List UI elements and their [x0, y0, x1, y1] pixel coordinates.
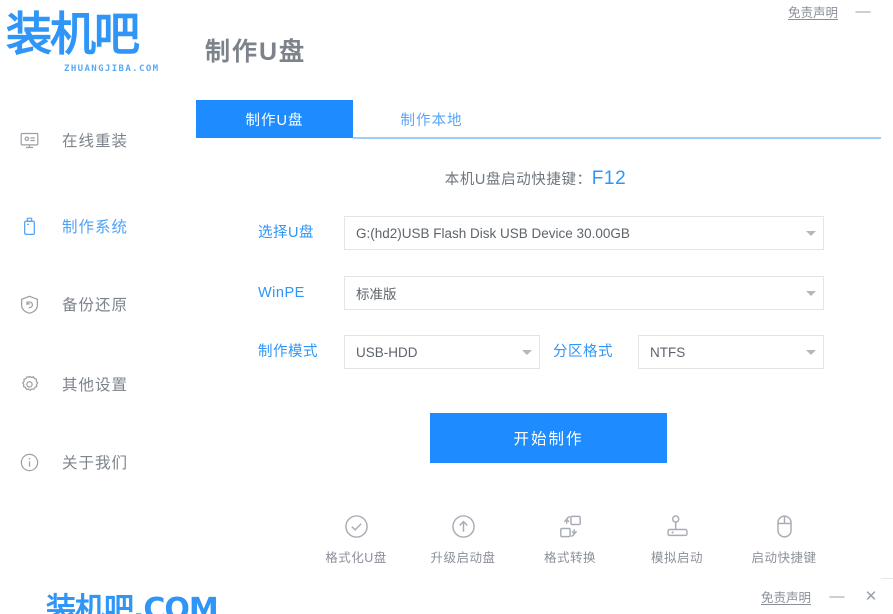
- partition-select-value: NTFS: [650, 344, 686, 360]
- mode-select-value: USB-HDD: [356, 344, 418, 360]
- sidebar-item-label: 其他设置: [62, 377, 129, 394]
- mode-select[interactable]: USB-HDD: [344, 335, 540, 369]
- chevron-down-icon: [515, 349, 539, 355]
- tool-boot-hotkey[interactable]: 启动快捷键: [738, 512, 830, 566]
- winpe-select-value: 标准版: [356, 287, 397, 302]
- tool-label: 启动快捷键: [751, 551, 817, 565]
- tab-make-local[interactable]: 制作本地: [353, 100, 510, 138]
- screen: 装机吧.COM 免责声明 — ✕ 免责声明 — 装机吧 ZHUANGJIBA.C…: [0, 0, 893, 614]
- boot-hotkey-text: 本机U盘启动快捷键：F12: [190, 168, 881, 190]
- tool-format-convert[interactable]: 格式转换: [524, 512, 616, 566]
- field-row-mode-partition: 制作模式 USB-HDD 分区格式 NTFS: [190, 335, 881, 369]
- usb-drive-icon: [18, 215, 40, 237]
- tool-label: 格式化U盘: [325, 551, 387, 565]
- chevron-down-icon: [799, 290, 823, 296]
- partition-select[interactable]: NTFS: [638, 335, 824, 369]
- chevron-down-icon: [799, 230, 823, 236]
- joystick-icon: [663, 512, 691, 540]
- mode-select-label: 制作模式: [258, 344, 318, 360]
- tool-label: 升级启动盘: [430, 551, 496, 565]
- info-circle-icon: [18, 451, 40, 473]
- sidebar-item-other-settings[interactable]: 其他设置: [0, 364, 190, 404]
- tool-label: 格式转换: [543, 551, 596, 565]
- start-make-button[interactable]: 开始制作: [430, 413, 667, 463]
- winpe-select-label: WinPE: [258, 285, 305, 301]
- field-row-usb: 选择U盘 G:(hd2)USB Flash Disk USB Device 30…: [190, 216, 881, 250]
- sidebar-item-make-system[interactable]: 制作系统: [0, 206, 190, 246]
- tool-upgrade-boot-disk[interactable]: 升级启动盘: [417, 512, 509, 566]
- usb-select[interactable]: G:(hd2)USB Flash Disk USB Device 30.00GB: [344, 216, 824, 250]
- sidebar-item-label: 制作系统: [62, 219, 129, 236]
- app-logo: 装机吧 ZHUANGJIBA.COM: [6, 8, 186, 80]
- tab-underline: [353, 137, 881, 139]
- format-convert-icon: [556, 512, 584, 540]
- arrow-up-circle-icon: [449, 512, 477, 540]
- check-circle-icon: [342, 512, 370, 540]
- background-close-button[interactable]: ✕: [863, 589, 879, 604]
- page-title: 制作U盘: [205, 38, 307, 66]
- sidebar-item-label: 备份还原: [62, 297, 129, 314]
- gear-icon: [18, 373, 40, 395]
- winpe-select[interactable]: 标准版: [344, 276, 824, 310]
- partition-select-label: 分区格式: [553, 344, 613, 360]
- sidebar-item-about-us[interactable]: 关于我们: [0, 442, 190, 482]
- boot-hotkey-value: F12: [591, 168, 627, 189]
- mouse-icon: [770, 512, 798, 540]
- shield-restore-icon: [18, 293, 40, 315]
- tab-make-usb[interactable]: 制作U盘: [196, 100, 353, 138]
- sidebar-item-label: 关于我们: [62, 455, 129, 472]
- sidebar-item-online-reinstall[interactable]: 在线重装: [0, 120, 190, 160]
- chevron-down-icon: [799, 349, 823, 355]
- sidebar-item-backup-restore[interactable]: 备份还原: [0, 284, 190, 324]
- sidebar-item-label: 在线重装: [62, 133, 129, 150]
- sidebar: 在线重装 制作系统 备份还原 其他设置 关于我们: [0, 108, 190, 508]
- tool-format-usb[interactable]: 格式化U盘: [310, 512, 402, 566]
- background-minimize-button[interactable]: —: [829, 589, 845, 604]
- tool-label: 模拟启动: [650, 551, 703, 565]
- usb-select-value: G:(hd2)USB Flash Disk USB Device 30.00GB: [356, 225, 630, 241]
- tool-simulate-boot[interactable]: 模拟启动: [631, 512, 723, 566]
- background-window-logo: 装机吧.COM: [46, 592, 219, 614]
- tab-bar: 制作U盘 制作本地: [196, 100, 881, 139]
- app-logo-text: 装机吧: [6, 7, 140, 61]
- field-row-winpe: WinPE 标准版: [190, 276, 881, 310]
- usb-select-label: 选择U盘: [258, 225, 314, 241]
- main-window: 免责声明 — 装机吧 ZHUANGJIBA.COM 在线重装 制作系统 备份还原…: [0, 0, 881, 590]
- main-panel: 制作U盘 制作U盘 制作本地 本机U盘启动快捷键：F12 选择U盘 G:(hd2…: [190, 0, 881, 590]
- monitor-icon: [18, 129, 40, 151]
- tool-strip: 格式化U盘 升级启动盘 格式转换 模拟启动 启动快捷键: [310, 512, 830, 572]
- boot-hotkey-label: 本机U盘启动快捷键：: [444, 172, 592, 188]
- app-logo-domain: ZHUANGJIBA.COM: [64, 64, 160, 74]
